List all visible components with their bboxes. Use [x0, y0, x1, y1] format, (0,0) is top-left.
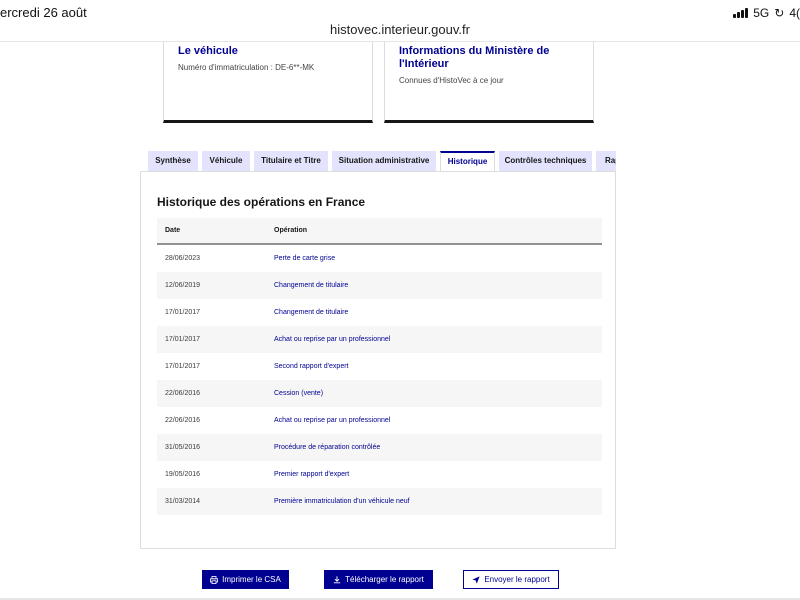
- url-text: histovec.interieur.gouv.fr: [330, 22, 470, 37]
- download-icon: [333, 575, 341, 583]
- tab-rapport[interactable]: Rapport: [596, 151, 616, 171]
- row-operation-link[interactable]: Second rapport d'expert: [274, 363, 349, 370]
- download-report-button[interactable]: Télécharger le rapport: [324, 570, 433, 589]
- row-date: 31/03/2014: [165, 498, 201, 505]
- tab-situation-administrative[interactable]: Situation administrative: [332, 151, 436, 171]
- signal-icon: [733, 8, 749, 18]
- column-header-operation: Opération: [274, 227, 308, 234]
- ministry-info-card[interactable]: Informations du Ministère de l'Intérieur…: [384, 42, 594, 123]
- row-date: 17/01/2017: [165, 309, 201, 316]
- orientation-lock-icon: ↻: [774, 6, 785, 20]
- table-row: 31/05/2016 Procédure de réparation contr…: [157, 434, 602, 461]
- panel-title: Historique des opérations en France: [157, 195, 366, 209]
- row-date: 22/06/2016: [165, 390, 201, 397]
- row-operation-link[interactable]: Changement de titulaire: [274, 282, 348, 289]
- row-operation-link[interactable]: Cession (vente): [274, 390, 323, 397]
- table-header: Date Opération: [157, 218, 602, 245]
- download-report-label: Télécharger le rapport: [345, 575, 424, 584]
- send-report-button[interactable]: Envoyer le rapport: [463, 570, 559, 589]
- tab-controles-techniques[interactable]: Contrôles techniques: [499, 151, 592, 171]
- battery-label: 4(: [789, 6, 800, 20]
- table-row: 28/06/2023 Perte de carte grise: [157, 245, 602, 272]
- row-operation-link[interactable]: Premier rapport d'expert: [274, 471, 349, 478]
- table-row: 12/06/2019 Changement de titulaire: [157, 272, 602, 299]
- card-title: Informations du Ministère de l'Intérieur: [399, 45, 550, 70]
- row-date: 17/01/2017: [165, 336, 201, 343]
- row-operation-link[interactable]: Changement de titulaire: [274, 309, 348, 316]
- table-row: 17/01/2017 Second rapport d'expert: [157, 353, 602, 380]
- row-date: 17/01/2017: [165, 363, 201, 370]
- table-row: 17/01/2017 Changement de titulaire: [157, 299, 602, 326]
- row-operation-link[interactable]: Procédure de réparation contrôlée: [274, 444, 380, 451]
- row-operation-link[interactable]: Achat ou reprise par un professionnel: [274, 417, 390, 424]
- status-bar: ercredi 26 août 5G ↻ 4(: [0, 0, 800, 24]
- table-row: 22/06/2016 Achat ou reprise par un profe…: [157, 407, 602, 434]
- send-icon: [472, 575, 480, 584]
- send-report-label: Envoyer le rapport: [484, 575, 550, 584]
- table-row: 19/05/2016 Premier rapport d'expert: [157, 461, 602, 488]
- card-subtitle: Numéro d'immatriculation : DE-6**-MK: [178, 63, 315, 72]
- row-date: 12/06/2019: [165, 282, 201, 289]
- table-row: 22/06/2016 Cession (vente): [157, 380, 602, 407]
- history-table: Date Opération 28/06/2023 Perte de carte…: [157, 218, 602, 515]
- address-bar[interactable]: histovec.interieur.gouv.fr: [0, 22, 800, 42]
- table-row: 17/01/2017 Achat ou reprise par un profe…: [157, 326, 602, 353]
- row-date: 28/06/2023: [165, 255, 201, 262]
- tab-historique[interactable]: Historique: [440, 151, 495, 171]
- vehicle-card[interactable]: Le véhicule Numéro d'immatriculation : D…: [163, 42, 373, 123]
- row-operation-link[interactable]: Achat ou reprise par un professionnel: [274, 336, 390, 343]
- status-date: ercredi 26 août: [0, 5, 87, 20]
- tab-titulaire-titre[interactable]: Titulaire et Titre: [254, 151, 328, 171]
- tab-synthese[interactable]: Synthèse: [148, 151, 198, 171]
- row-date: 19/05/2016: [165, 471, 201, 478]
- row-operation-link[interactable]: Perte de carte grise: [274, 255, 335, 262]
- row-date: 31/05/2016: [165, 444, 201, 451]
- print-csa-label: Imprimer le CSA: [222, 575, 281, 584]
- row-date: 22/06/2016: [165, 417, 201, 424]
- report-tabs: Synthèse Véhicule Titulaire et Titre Sit…: [148, 151, 616, 171]
- print-csa-button[interactable]: Imprimer le CSA: [202, 570, 289, 589]
- history-panel: Historique des opérations en France Date…: [140, 171, 616, 549]
- status-indicators: 5G ↻ 4(: [733, 6, 800, 20]
- card-title: Le véhicule: [178, 45, 238, 57]
- tab-vehicule[interactable]: Véhicule: [202, 151, 250, 171]
- row-operation-link[interactable]: Première immatriculation d'un véhicule n…: [274, 498, 410, 505]
- table-row: 31/03/2014 Première immatriculation d'un…: [157, 488, 602, 515]
- network-label: 5G: [753, 6, 770, 20]
- printer-icon: [210, 575, 219, 584]
- column-header-date: Date: [165, 227, 181, 234]
- card-subtitle: Connues d'HistoVec à ce jour: [399, 76, 504, 85]
